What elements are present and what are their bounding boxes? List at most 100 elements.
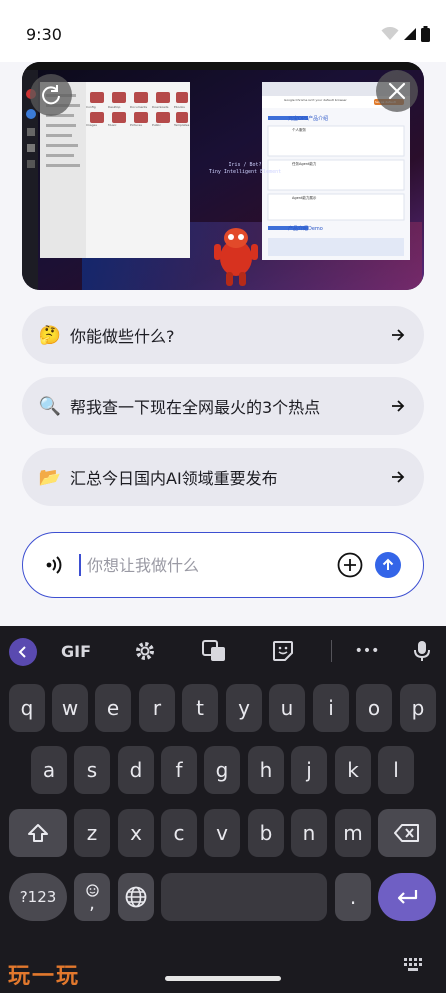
enter-icon	[397, 890, 418, 904]
key-f[interactable]: f	[161, 746, 197, 794]
browser-banner: Google Chrome isn't your default browser	[284, 98, 347, 102]
key-p[interactable]: p	[400, 684, 436, 732]
browser-footer: 产品介绍Demo	[288, 226, 323, 232]
keyboard: GIF ••• q w e r t y u i o p a s d f g h …	[0, 626, 446, 993]
folder-label: Music	[108, 123, 117, 127]
desktop-preview[interactable]: Iris / Bot? Tiny Intelligent Element Goo…	[22, 62, 424, 290]
screen: 9:30 Iris / Bot? Tiny Intelligent Elemen…	[0, 0, 446, 993]
folder-label: Documents	[130, 105, 148, 109]
refresh-button[interactable]	[30, 74, 72, 116]
language-key[interactable]	[118, 873, 154, 921]
globe-icon	[125, 886, 147, 908]
collapse-keyboard-button[interactable]	[9, 638, 37, 666]
symbols-key[interactable]: ?123	[9, 873, 67, 921]
translate-button[interactable]	[200, 638, 228, 664]
enter-key[interactable]	[378, 873, 436, 921]
translate-icon	[202, 640, 225, 661]
preview-text-1: Iris / Bot?	[228, 162, 262, 168]
add-button[interactable]	[337, 552, 363, 578]
key-j[interactable]: j	[291, 746, 327, 794]
key-t[interactable]: t	[182, 684, 218, 732]
keyboard-switch-icon[interactable]	[404, 958, 424, 972]
prompt-input[interactable]	[85, 554, 337, 576]
key-h[interactable]: h	[248, 746, 284, 794]
backspace-key[interactable]	[378, 809, 436, 857]
signal-icon	[404, 28, 416, 40]
key-o[interactable]: o	[356, 684, 392, 732]
suggestion-item[interactable]: 📂 汇总今日国内AI领域重要发布	[22, 448, 424, 506]
magnifier-icon: 🔍	[38, 395, 62, 417]
arrow-right-icon	[392, 400, 405, 412]
key-g[interactable]: g	[204, 746, 240, 794]
more-button[interactable]: •••	[352, 638, 382, 664]
shift-key[interactable]	[9, 809, 67, 857]
toolbar-divider	[331, 640, 332, 662]
watermark-logo: 玩一玩	[8, 964, 81, 989]
sticker-icon	[273, 641, 293, 661]
thinking-face-icon: 🤔	[38, 324, 62, 346]
key-u[interactable]: u	[269, 684, 305, 732]
browser-card-title-1: 个人服务	[292, 128, 306, 132]
gif-button[interactable]: GIF	[58, 638, 94, 664]
key-n[interactable]: n	[291, 809, 327, 857]
folder-label: Templates	[174, 123, 190, 127]
key-l[interactable]: l	[378, 746, 414, 794]
refresh-icon	[42, 85, 60, 105]
key-r[interactable]: r	[139, 684, 175, 732]
suggestion-text: 你能做些什么?	[70, 327, 175, 346]
key-i[interactable]: i	[313, 684, 349, 732]
settings-button[interactable]	[131, 638, 159, 664]
key-x[interactable]: x	[118, 809, 154, 857]
arrow-right-icon	[392, 471, 405, 483]
backspace-icon	[394, 824, 419, 842]
space-key[interactable]	[161, 873, 327, 921]
period-key[interactable]: .	[335, 873, 371, 921]
folder-label: Images	[86, 123, 97, 127]
status-time: 9:30	[26, 25, 62, 44]
preview-text-2: Tiny Intelligent Element	[208, 169, 282, 175]
chevron-left-icon	[18, 646, 26, 658]
key-m[interactable]: m	[335, 809, 371, 857]
status-icons	[381, 26, 430, 42]
gesture-bar[interactable]	[165, 976, 281, 981]
preview-center-text: Iris / Bot? Tiny Intelligent Element	[200, 162, 290, 176]
key-v[interactable]: v	[204, 809, 240, 857]
key-s[interactable]: s	[74, 746, 110, 794]
key-c[interactable]: c	[161, 809, 197, 857]
key-a[interactable]: a	[31, 746, 67, 794]
folder-icon: 📂	[38, 466, 62, 488]
folder-label: Public	[152, 123, 161, 127]
suggestion-text: 汇总今日国内AI领域重要发布	[70, 469, 278, 488]
microphone-button[interactable]	[408, 638, 436, 664]
prompt-input-box[interactable]	[22, 532, 424, 598]
sticker-button[interactable]	[269, 638, 297, 664]
send-button[interactable]	[375, 552, 401, 578]
close-button[interactable]	[376, 70, 418, 112]
key-d[interactable]: d	[118, 746, 154, 794]
voice-icon[interactable]	[43, 553, 67, 577]
suggestion-item[interactable]: 🤔 你能做些什么?	[22, 306, 424, 364]
key-z[interactable]: z	[74, 809, 110, 857]
suggestion-text: 帮我查一下现在全网最火的3个热点	[70, 398, 321, 417]
key-w[interactable]: w	[52, 684, 88, 732]
text-cursor	[79, 554, 81, 576]
folder-labels: Config Desktop Documents Downloads Ebook…	[86, 105, 196, 127]
key-k[interactable]: k	[335, 746, 371, 794]
folder-label: Pictures	[130, 123, 142, 127]
folder-label: Ebooks	[174, 105, 185, 109]
gear-icon	[136, 642, 154, 660]
close-icon	[388, 82, 406, 100]
key-q[interactable]: q	[9, 684, 45, 732]
suggestion-item[interactable]: 🔍 帮我查一下现在全网最火的3个热点	[22, 377, 424, 435]
folder-label: Downloads	[152, 105, 169, 109]
arrow-right-icon	[392, 329, 405, 341]
key-e[interactable]: e	[95, 684, 131, 732]
desktop-screenshot	[22, 62, 424, 290]
microphone-icon	[414, 641, 430, 661]
shift-icon	[28, 824, 48, 842]
key-b[interactable]: b	[248, 809, 284, 857]
key-y[interactable]: y	[226, 684, 262, 732]
comma-label: ,	[89, 892, 95, 914]
browser-card-title-2: 任务Agent能力	[292, 162, 317, 166]
emoji-comma-key[interactable]: ,	[74, 873, 110, 921]
